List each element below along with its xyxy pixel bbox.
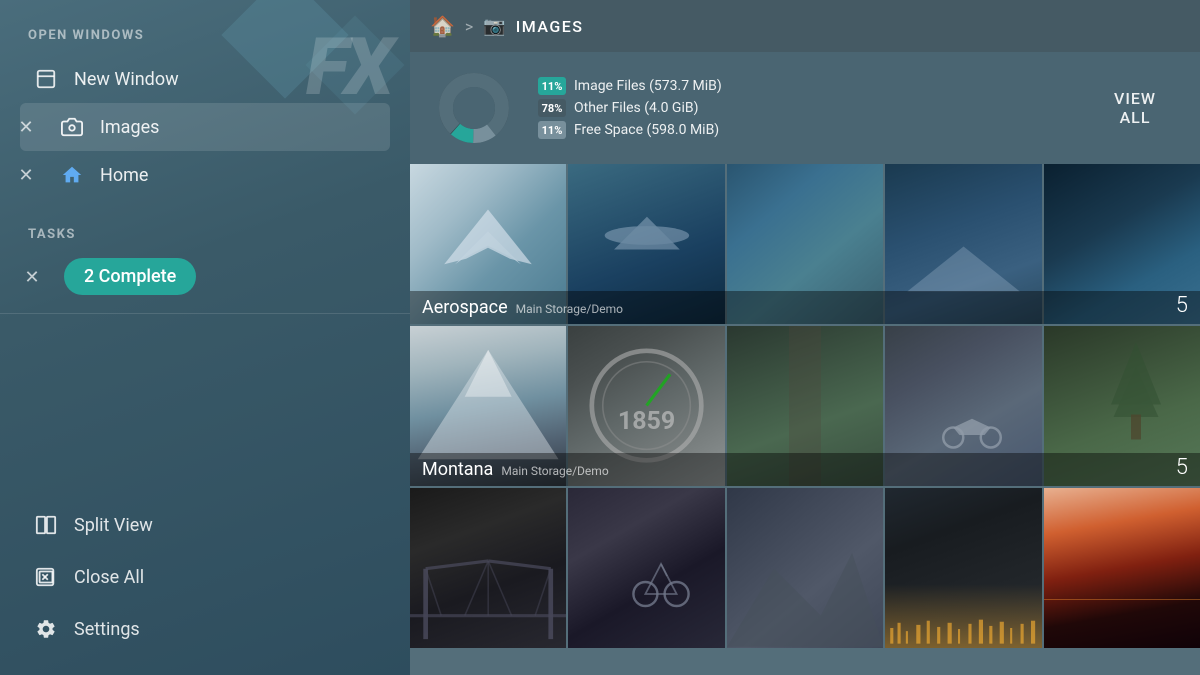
storage-donut-chart bbox=[434, 68, 514, 148]
settings-label: Settings bbox=[74, 619, 140, 640]
close-all-button[interactable]: Close All bbox=[20, 551, 390, 603]
legend-images-label: Image Files (573.7 MiB) bbox=[574, 78, 722, 94]
new-window-label: New Window bbox=[74, 69, 179, 90]
legend-free: 11% Free Space (598.0 MiB) bbox=[538, 121, 722, 139]
storage-bar: 11% Image Files (573.7 MiB) 78% Other Fi… bbox=[410, 52, 1200, 164]
svg-text:1859: 1859 bbox=[618, 407, 675, 436]
window-icon bbox=[32, 65, 60, 93]
gallery-sub-aerospace: Main Storage/Demo bbox=[516, 302, 623, 316]
gallery-item-row3-3[interactable] bbox=[727, 488, 883, 648]
legend-images: 11% Image Files (573.7 MiB) bbox=[538, 77, 722, 95]
gallery-sub-montana: Main Storage/Demo bbox=[501, 464, 608, 478]
main-content: 🏠 > 📷 IMAGES 11% Image Files (573.7 MiB) bbox=[410, 0, 1200, 675]
breadcrumb-separator: > bbox=[465, 17, 473, 36]
gallery-item-row3-1[interactable] bbox=[410, 488, 566, 648]
legend-dot-images: 11% bbox=[538, 77, 566, 95]
sidebar: FX OPEN WINDOWS New Window ✕ Images bbox=[0, 0, 410, 675]
gallery-name-montana: Montana bbox=[422, 459, 493, 480]
close-all-icon bbox=[32, 563, 60, 591]
sidebar-divider bbox=[0, 313, 410, 314]
clear-tasks-button[interactable]: ✕ bbox=[20, 266, 44, 290]
gallery-row-3 bbox=[410, 488, 1200, 648]
breadcrumb-bar: 🏠 > 📷 IMAGES bbox=[410, 0, 1200, 52]
legend-other: 78% Other Files (4.0 GiB) bbox=[538, 99, 722, 117]
home-label: Home bbox=[100, 165, 148, 186]
gallery-item-row3-2[interactable] bbox=[568, 488, 724, 648]
close-home-button[interactable]: ✕ bbox=[14, 163, 38, 187]
tasks-label: TASKS bbox=[20, 227, 390, 242]
storage-legend: 11% Image Files (573.7 MiB) 78% Other Fi… bbox=[538, 77, 722, 139]
breadcrumb-home[interactable]: 🏠 bbox=[430, 14, 455, 38]
legend-dot-other: 78% bbox=[538, 99, 566, 117]
home-icon bbox=[58, 161, 86, 189]
view-all-button[interactable]: VIEWALL bbox=[1094, 79, 1176, 137]
gallery-item-row3-5[interactable] bbox=[1044, 488, 1200, 648]
sidebar-item-home[interactable]: ✕ Home bbox=[20, 151, 390, 199]
images-label: Images bbox=[100, 117, 159, 138]
gallery-label-aerospace: Aerospace Main Storage/Demo 5 bbox=[410, 291, 1200, 324]
gallery-name-aerospace: Aerospace bbox=[422, 297, 508, 318]
split-icon bbox=[32, 511, 60, 539]
tasks-section: TASKS ✕ 2 Complete bbox=[0, 199, 410, 295]
legend-dot-free: 11% bbox=[538, 121, 566, 139]
legend-other-label: Other Files (4.0 GiB) bbox=[574, 100, 698, 116]
camera-icon bbox=[58, 113, 86, 141]
image-grid: Aerospace Main Storage/Demo 5 bbox=[410, 164, 1200, 675]
gallery-row-montana: 1859 bbox=[410, 326, 1200, 486]
close-all-label: Close All bbox=[74, 567, 144, 588]
gallery-count-aerospace: 5 bbox=[1176, 293, 1188, 318]
gallery-row-aerospace: Aerospace Main Storage/Demo 5 bbox=[410, 164, 1200, 324]
gallery-item-row3-4[interactable] bbox=[885, 488, 1041, 648]
tasks-badge[interactable]: 2 Complete bbox=[64, 258, 196, 295]
split-view-label: Split View bbox=[74, 515, 153, 536]
gallery-label-montana: Montana Main Storage/Demo 5 bbox=[410, 453, 1200, 486]
gallery-count-montana: 5 bbox=[1176, 455, 1188, 480]
settings-icon bbox=[32, 615, 60, 643]
sidebar-item-new-window[interactable]: New Window bbox=[20, 55, 390, 103]
settings-button[interactable]: Settings bbox=[20, 603, 390, 655]
legend-free-label: Free Space (598.0 MiB) bbox=[574, 122, 719, 138]
sidebar-item-images[interactable]: ✕ Images bbox=[20, 103, 390, 151]
breadcrumb-camera-icon: 📷 bbox=[483, 16, 505, 37]
split-view-button[interactable]: Split View bbox=[20, 499, 390, 551]
close-images-button[interactable]: ✕ bbox=[14, 115, 38, 139]
bottom-section: Split View Close All Settings bbox=[0, 499, 410, 675]
breadcrumb-title: IMAGES bbox=[516, 17, 584, 36]
